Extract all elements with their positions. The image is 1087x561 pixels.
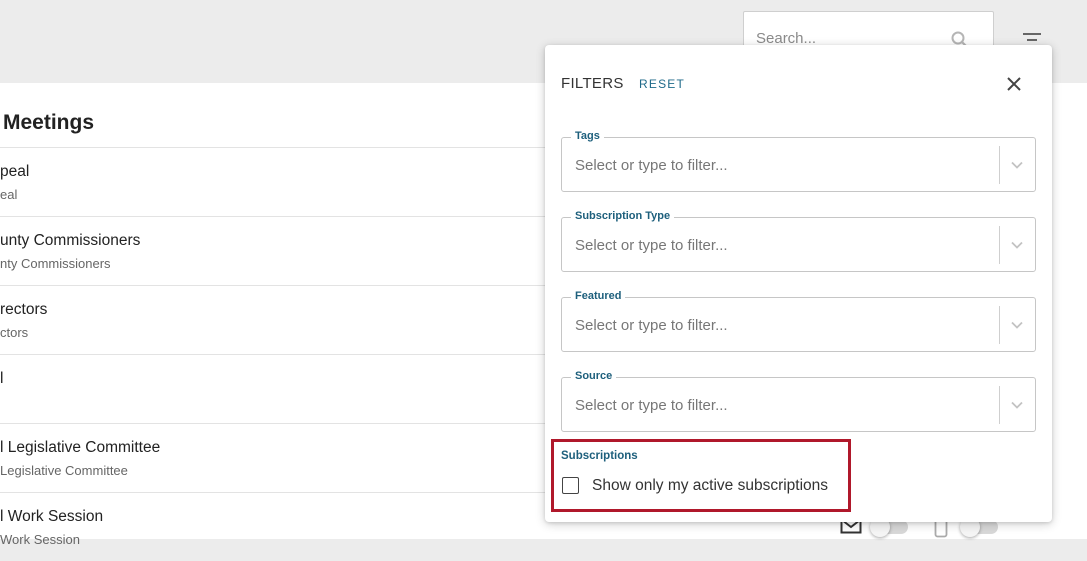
tags-select[interactable]: Tags <box>561 130 1036 192</box>
source-select[interactable]: Source <box>561 370 1036 432</box>
list-item[interactable]: peal eal <box>0 147 560 216</box>
list-item-title: rectors <box>0 301 48 318</box>
featured-select[interactable]: Featured <box>561 290 1036 352</box>
list-item-title: l Legislative Committee <box>0 439 161 456</box>
active-subscriptions-label[interactable]: Show only my active subscriptions <box>592 477 828 495</box>
chevron-down-icon[interactable] <box>1010 318 1024 332</box>
list-item[interactable]: l Work Session Work Session <box>0 492 560 561</box>
field-divider <box>999 386 1000 424</box>
source-input[interactable] <box>575 397 975 414</box>
active-subscriptions-checkbox[interactable] <box>562 477 579 494</box>
featured-input[interactable] <box>575 317 975 334</box>
subscription-type-input[interactable] <box>575 237 975 254</box>
email-toggle[interactable] <box>870 517 908 537</box>
filters-title: FILTERS <box>561 75 624 92</box>
chevron-down-icon[interactable] <box>1010 398 1024 412</box>
chevron-down-icon[interactable] <box>1010 238 1024 252</box>
field-divider <box>999 226 1000 264</box>
list-item[interactable]: unty Commissioners nty Commissioners <box>0 216 560 285</box>
close-icon[interactable] <box>1003 73 1025 95</box>
list-item-title: unty Commissioners <box>0 232 141 249</box>
list-item-title: l Work Session <box>0 508 104 525</box>
subscription-type-label: Subscription Type <box>571 210 675 222</box>
list-item-subtitle: Work Session <box>0 532 80 547</box>
list-item-subtitle: nty Commissioners <box>0 256 111 271</box>
chevron-down-icon[interactable] <box>1010 158 1024 172</box>
reset-button[interactable]: RESET <box>639 77 685 91</box>
subscription-type-select[interactable]: Subscription Type <box>561 210 1036 272</box>
list-item-subtitle: Legislative Committee <box>0 463 128 478</box>
list-item[interactable]: l <box>0 354 560 423</box>
page-title: Meetings <box>3 111 95 134</box>
filters-panel: FILTERS RESET Tags Subscription Type Fea… <box>545 45 1052 522</box>
list-item[interactable]: rectors ctors <box>0 285 560 354</box>
list-item-title: peal <box>0 163 30 180</box>
meetings-list: peal eal unty Commissioners nty Commissi… <box>0 147 560 561</box>
source-label: Source <box>571 370 617 382</box>
tags-label: Tags <box>571 130 604 142</box>
field-divider <box>999 146 1000 184</box>
list-item-subtitle: eal <box>0 187 18 202</box>
featured-label: Featured <box>571 290 626 302</box>
subscriptions-heading: Subscriptions <box>561 450 638 462</box>
list-item-title: l <box>0 370 4 387</box>
sms-toggle[interactable] <box>960 517 998 537</box>
field-divider <box>999 306 1000 344</box>
list-item[interactable]: l Legislative Committee Legislative Comm… <box>0 423 560 492</box>
tags-input[interactable] <box>575 157 975 174</box>
list-item-subtitle: ctors <box>0 325 29 340</box>
